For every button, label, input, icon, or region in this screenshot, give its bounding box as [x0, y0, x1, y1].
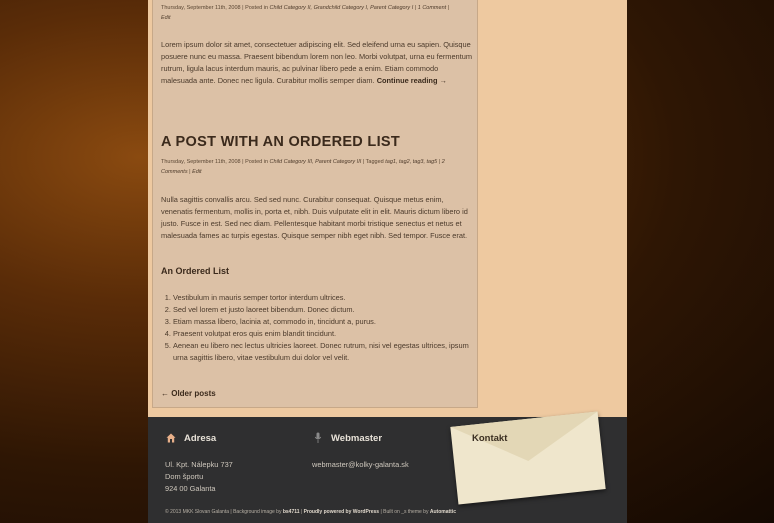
- envelope-icon: [450, 411, 606, 505]
- post-categories[interactable]: Child Category II, Grandchild Category I…: [270, 5, 414, 11]
- edit-link[interactable]: Edit: [192, 169, 201, 175]
- post-meta: Thursday, September 11th, 2008 | Posted …: [161, 5, 450, 21]
- copyright-text: © 2013 MKK Slovan Galanta | Background i…: [165, 509, 456, 515]
- comments-link[interactable]: 1 Comment: [418, 5, 446, 11]
- post-excerpt: Lorem ipsum dolor sit amet, consectetuer…: [161, 40, 472, 85]
- webmaster-email-link[interactable]: webmaster@kolky-galanta.sk: [312, 459, 409, 471]
- background-credit-link[interactable]: bs4711: [283, 509, 300, 515]
- older-posts-link[interactable]: ← Older posts: [161, 389, 216, 398]
- ordered-list: Vestibulum in mauris semper tortor inter…: [161, 292, 473, 364]
- address-text: Ul. Kpt. Nálepku 737 Dom športu 924 00 G…: [165, 460, 233, 493]
- webmaster-heading: Webmaster: [331, 433, 383, 444]
- list-heading: An Ordered List: [161, 266, 230, 276]
- post-tags[interactable]: tag1, tag2, tag3, tag5: [385, 159, 437, 165]
- list-item: Etiam massa libero, lacinia at, commodo …: [173, 316, 473, 328]
- post-categories[interactable]: Child Category III, Parent Category III: [270, 159, 362, 165]
- site-footer: Adresa Ul. Kpt. Nálepku 737 Dom športu 9…: [148, 411, 627, 523]
- post-title[interactable]: A POST WITH AN ORDERED LIST: [161, 134, 400, 150]
- wordpress-link[interactable]: Proudly powered by WordPress: [304, 509, 379, 515]
- microphone-icon: [314, 432, 322, 443]
- post-date: Thursday, September 11th, 2008 | Posted …: [161, 5, 270, 11]
- list-item: Sed vel lorem et justo laoreet bibendum.…: [173, 304, 473, 316]
- contact-heading: Kontakt: [472, 433, 508, 444]
- list-item: Aenean eu libero nec lectus ultricies la…: [173, 340, 473, 364]
- address-heading: Adresa: [184, 433, 217, 444]
- post-body: Nulla sagittis convallis arcu. Sed sed n…: [161, 195, 468, 240]
- continue-reading-link[interactable]: Continue reading →: [377, 76, 447, 85]
- edit-link[interactable]: Edit: [161, 15, 170, 21]
- list-item: Vestibulum in mauris semper tortor inter…: [173, 292, 473, 304]
- automattic-link[interactable]: Automattic: [430, 509, 456, 515]
- post-meta: Thursday, September 11th, 2008 | Posted …: [161, 159, 445, 175]
- main-content: Thursday, September 11th, 2008 | Posted …: [152, 0, 478, 408]
- home-icon: [166, 433, 176, 443]
- list-item: Praesent volutpat eros quis enim blandit…: [173, 328, 473, 340]
